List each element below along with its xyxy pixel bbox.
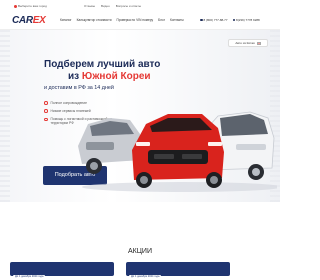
- location-pin-icon: [14, 4, 17, 8]
- hero-title-prefix: из: [68, 71, 82, 82]
- top-link-reviews[interactable]: Отзывы: [84, 4, 95, 8]
- nav-item-contacts[interactable]: Контакты: [170, 18, 184, 22]
- top-link-video[interactable]: Видео: [101, 4, 110, 8]
- promo-date-badge: До 1 декабря 2024 года: [129, 274, 162, 279]
- phone-icon: [232, 18, 236, 22]
- nav-item-calculator[interactable]: Калькулятор стоимости: [77, 18, 112, 22]
- logo-part-accent: EX: [32, 15, 46, 26]
- promo-date-badge: До 1 декабря 2024 года: [13, 274, 46, 279]
- flag-icon: [256, 41, 261, 45]
- city-label: Выберите ваш город: [18, 4, 47, 8]
- logo-part-main: CAR: [12, 15, 33, 26]
- car-red-front: [132, 114, 224, 188]
- promo-card[interactable]: До 1 декабря 2024 года: [126, 262, 230, 279]
- tire-track-left: [0, 30, 10, 202]
- phones: 8 (800) 777-88-77 8(239) 7778 9288: [200, 18, 260, 22]
- hero-title-highlight: Южной Кореи: [81, 71, 151, 82]
- origin-badge-label: Авто из Китая: [235, 41, 255, 45]
- site-header: CAREX Каталог Калькулятор стоимости Пров…: [0, 12, 280, 30]
- top-links: Отзывы Видео Вопросы и ответы: [84, 4, 141, 8]
- phone-primary[interactable]: 8 (800) 777-88-77: [200, 18, 228, 22]
- nav-item-blog[interactable]: Блог: [158, 18, 165, 22]
- check-circle-icon: [44, 117, 48, 122]
- main-nav: Каталог Калькулятор стоимости Проверка п…: [60, 18, 184, 22]
- nav-item-catalog[interactable]: Каталог: [60, 18, 72, 22]
- phone-secondary-number: 8(239) 7778 9288: [236, 18, 260, 22]
- check-circle-icon: [44, 101, 48, 105]
- phone-secondary[interactable]: 8(239) 7778 9288: [232, 18, 260, 22]
- hero-section: Авто из Китая Подберем лучший авто из Юж…: [0, 30, 280, 202]
- promotions-title: АКЦИИ: [128, 248, 152, 255]
- suv-gray-left: [78, 118, 142, 174]
- logo[interactable]: CAREX: [12, 15, 46, 26]
- phone-icon: [200, 18, 203, 22]
- origin-badge[interactable]: Авто из Китая: [228, 39, 268, 47]
- city-selector[interactable]: Выберите ваш город: [14, 4, 47, 8]
- hero-title-line2: из Южной Кореи: [68, 71, 151, 82]
- nav-item-vin-check[interactable]: Проверка по VIN номеру: [117, 18, 154, 22]
- promo-card[interactable]: До 1 декабря 2024 года: [10, 262, 114, 279]
- check-circle-icon: [44, 109, 48, 113]
- hero-title-line1: Подберем лучший авто: [44, 59, 161, 70]
- phone-primary-number: 8 (800) 777-88-77: [203, 18, 228, 22]
- top-link-faq[interactable]: Вопросы и ответы: [116, 4, 141, 8]
- hero-subtitle: и доставим в РФ за 14 дней: [44, 85, 114, 91]
- hero-cars-image: [78, 111, 277, 192]
- top-bar: Выберите ваш город Отзывы Видео Вопросы …: [0, 0, 280, 12]
